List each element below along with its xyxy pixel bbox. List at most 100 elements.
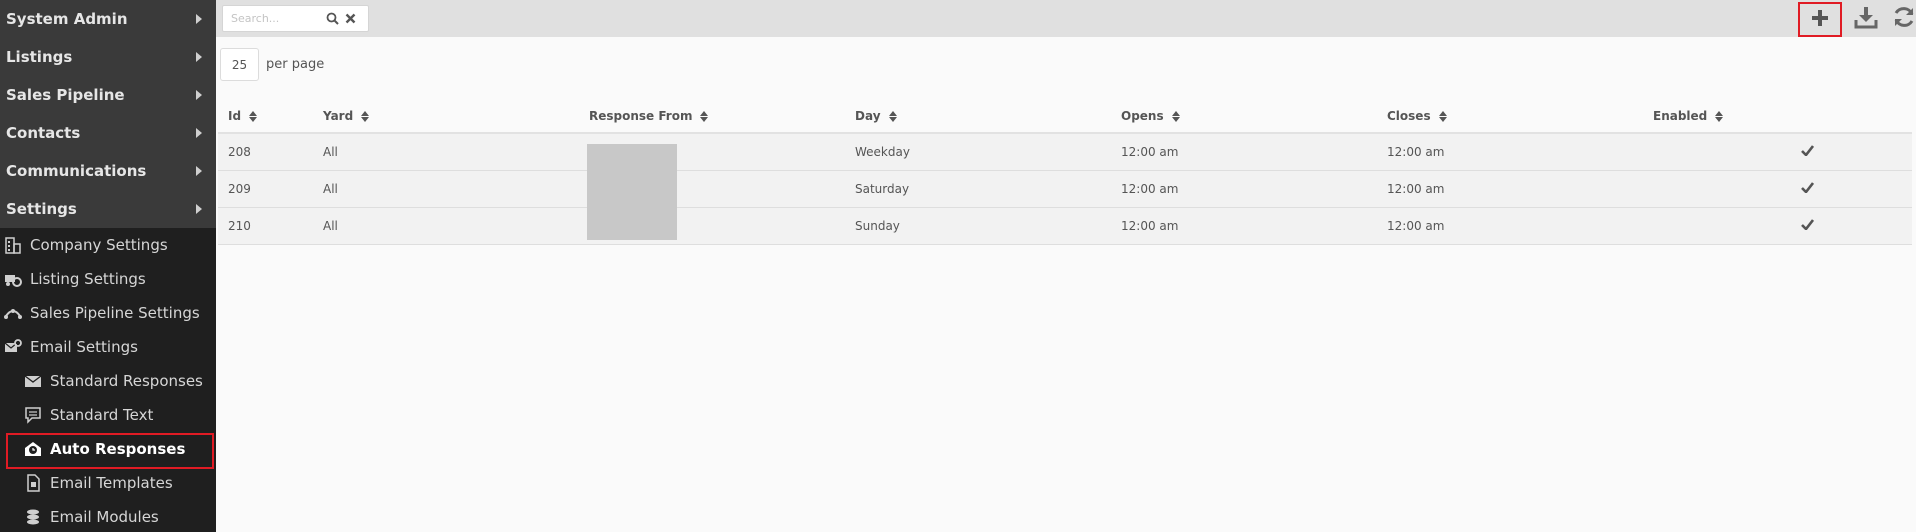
check-icon bbox=[1801, 182, 1815, 196]
caret-right-icon bbox=[196, 52, 202, 62]
cell-id: 208 bbox=[228, 145, 251, 159]
menu-system-admin[interactable]: System Admin bbox=[0, 0, 216, 38]
caret-right-icon bbox=[196, 166, 202, 176]
menu-label: Sales Pipeline bbox=[6, 86, 125, 104]
per-page-select[interactable]: 25 bbox=[220, 48, 259, 81]
cell-enabled bbox=[1643, 182, 1912, 196]
sort-icon bbox=[1171, 110, 1180, 122]
truck-gear-icon bbox=[2, 269, 24, 289]
cell-id: 210 bbox=[228, 219, 251, 233]
column-header-label: Day bbox=[855, 109, 881, 123]
building-icon bbox=[2, 235, 24, 255]
cell-day: Saturday bbox=[855, 182, 910, 196]
search-input[interactable] bbox=[223, 12, 323, 25]
clear-icon[interactable] bbox=[341, 10, 359, 28]
menu-contacts[interactable]: Contacts bbox=[0, 114, 216, 152]
menu-label: System Admin bbox=[6, 10, 128, 28]
caret-right-icon bbox=[196, 14, 202, 24]
file-icon bbox=[22, 473, 44, 493]
sidebar-item-company-settings[interactable]: Company Settings bbox=[0, 228, 216, 262]
sidebar-item-email-modules[interactable]: Email Modules bbox=[0, 500, 216, 532]
check-icon bbox=[1801, 145, 1815, 159]
column-header-closes[interactable]: Closes bbox=[1377, 109, 1643, 123]
sidebar-item-email-templates[interactable]: Email Templates bbox=[0, 466, 216, 500]
sidebar-item-label: Standard Responses bbox=[50, 372, 203, 390]
add-button[interactable] bbox=[1798, 2, 1842, 37]
search-icon[interactable] bbox=[323, 10, 341, 28]
cell-enabled bbox=[1643, 219, 1912, 233]
refresh-button[interactable] bbox=[1888, 3, 1916, 35]
cell-enabled bbox=[1643, 145, 1912, 159]
table-row[interactable]: 208 All Weekday 12:00 am 12:00 am bbox=[218, 134, 1912, 171]
sort-icon bbox=[1715, 110, 1724, 122]
cell-yard: All bbox=[323, 145, 338, 159]
menu-label: Communications bbox=[6, 162, 147, 180]
sidebar-item-label: Sales Pipeline Settings bbox=[30, 304, 200, 322]
sidebar-item-label: Listing Settings bbox=[30, 270, 146, 288]
menu-settings[interactable]: Settings bbox=[0, 190, 216, 228]
column-header-label: Enabled bbox=[1653, 109, 1708, 123]
menu-sales-pipeline[interactable]: Sales Pipeline bbox=[0, 76, 216, 114]
caret-right-icon bbox=[196, 128, 202, 138]
table-row[interactable]: 209 All Saturday 12:00 am 12:00 am bbox=[218, 171, 1912, 208]
column-header-yard[interactable]: Yard bbox=[313, 109, 579, 123]
sidebar-item-auto-responses[interactable]: Auto Responses bbox=[0, 432, 216, 469]
column-header-id[interactable]: Id bbox=[218, 109, 313, 123]
download-button[interactable] bbox=[1850, 3, 1882, 35]
envelope-icon bbox=[22, 371, 44, 391]
column-header-label: Response From bbox=[589, 109, 693, 123]
column-header-response-from[interactable]: Response From bbox=[579, 109, 845, 123]
cell-closes: 12:00 am bbox=[1387, 145, 1445, 159]
caret-right-icon bbox=[196, 204, 202, 214]
sidebar: System Admin Listings Sales Pipeline Con… bbox=[0, 0, 216, 532]
column-header-day[interactable]: Day bbox=[845, 109, 1111, 123]
per-page-label: per page bbox=[266, 57, 325, 72]
column-header-label: Id bbox=[228, 109, 242, 123]
cell-opens: 12:00 am bbox=[1121, 219, 1179, 233]
cell-id: 209 bbox=[228, 182, 251, 196]
sidebar-item-label: Email Templates bbox=[50, 474, 173, 492]
menu-listings[interactable]: Listings bbox=[0, 38, 216, 76]
sidebar-item-standard-responses[interactable]: Standard Responses bbox=[0, 364, 216, 398]
cell-opens: 12:00 am bbox=[1121, 182, 1179, 196]
toolbar bbox=[216, 0, 1916, 37]
redacted-response-from-block bbox=[587, 144, 677, 240]
comment-icon bbox=[22, 405, 44, 425]
check-icon bbox=[1801, 219, 1815, 233]
per-page-control: 25 per page bbox=[220, 48, 324, 81]
search-box bbox=[222, 5, 369, 32]
sidebar-item-email-settings[interactable]: Email Settings bbox=[0, 330, 216, 364]
sidebar-item-label: Email Modules bbox=[50, 508, 159, 526]
sidebar-item-label: Company Settings bbox=[30, 236, 168, 254]
cell-closes: 12:00 am bbox=[1387, 219, 1445, 233]
column-header-enabled[interactable]: Enabled bbox=[1643, 109, 1912, 123]
sidebar-item-label: Email Settings bbox=[30, 338, 138, 356]
sidebar-item-standard-text[interactable]: Standard Text bbox=[0, 398, 216, 432]
column-header-label: Closes bbox=[1387, 109, 1431, 123]
cell-yard: All bbox=[323, 182, 338, 196]
sort-icon bbox=[249, 110, 258, 122]
sidebar-item-listing-settings[interactable]: Listing Settings bbox=[0, 262, 216, 296]
column-header-label: Yard bbox=[323, 109, 354, 123]
sort-icon bbox=[888, 110, 897, 122]
sidebar-item-sales-pipeline-settings[interactable]: Sales Pipeline Settings bbox=[0, 296, 216, 330]
plus-icon bbox=[1810, 8, 1830, 32]
column-header-opens[interactable]: Opens bbox=[1111, 109, 1377, 123]
refresh-icon bbox=[1892, 5, 1916, 33]
cell-opens: 12:00 am bbox=[1121, 145, 1179, 159]
menu-label: Settings bbox=[6, 200, 77, 218]
menu-communications[interactable]: Communications bbox=[0, 152, 216, 190]
cell-day: Sunday bbox=[855, 219, 900, 233]
envelope-clock-icon bbox=[22, 439, 44, 459]
sort-icon bbox=[361, 110, 370, 122]
column-header-label: Opens bbox=[1121, 109, 1164, 123]
download-icon bbox=[1854, 5, 1878, 33]
cell-day: Weekday bbox=[855, 145, 910, 159]
envelope-gear-icon bbox=[2, 337, 24, 357]
menu-label: Contacts bbox=[6, 124, 81, 142]
sidebar-item-label: Auto Responses bbox=[50, 440, 186, 458]
cell-closes: 12:00 am bbox=[1387, 182, 1445, 196]
table-row[interactable]: 210 All Sunday 12:00 am 12:00 am bbox=[218, 208, 1912, 245]
caret-right-icon bbox=[196, 90, 202, 100]
auto-responses-table: Id Yard Response From Day Opens Closes E… bbox=[218, 100, 1912, 245]
